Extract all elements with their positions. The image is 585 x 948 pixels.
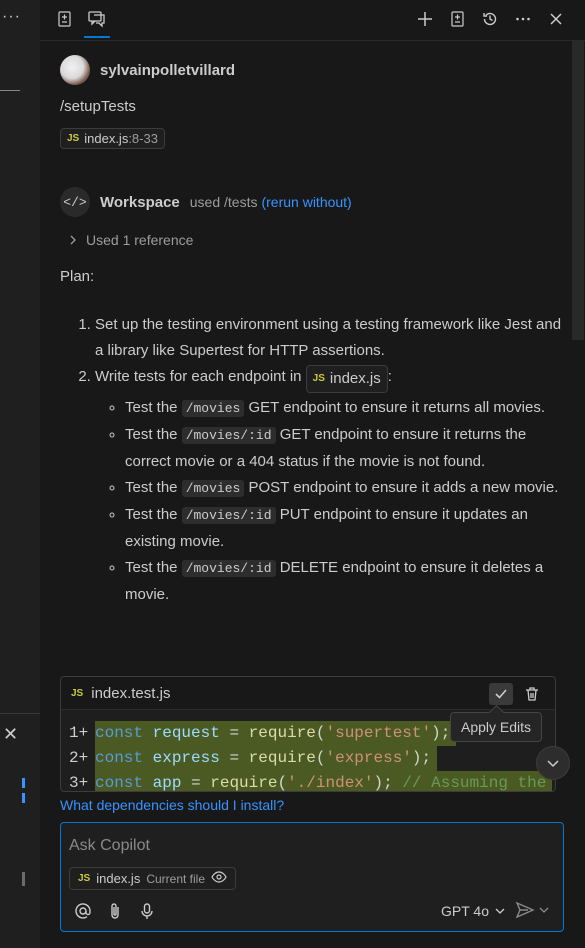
model-picker[interactable]: GPT 4o (441, 903, 505, 919)
close-icon[interactable] (545, 8, 567, 30)
js-file-icon: JS (312, 373, 325, 384)
file-reference-chip[interactable]: JS index.js (305, 365, 388, 393)
inline-code: /movies/:id (181, 560, 276, 577)
mention-icon[interactable] (73, 901, 93, 921)
assistant-message-header: </> Workspace used /tests (rerun without… (60, 186, 352, 218)
workspace-icon: </> (60, 187, 90, 217)
more-icon[interactable] (512, 8, 534, 30)
discard-button[interactable] (521, 683, 543, 705)
username: sylvainpolletvillard (100, 61, 236, 79)
scroll-marker (22, 793, 25, 803)
chat-input-box: JS index.js Current file GPT 4o (60, 822, 564, 932)
new-chat-icon[interactable] (414, 8, 436, 30)
used-command: used /tests (189, 194, 258, 210)
inline-code: /movies (181, 400, 245, 417)
chevron-right-icon (68, 232, 78, 248)
send-button[interactable] (515, 901, 549, 919)
attach-icon[interactable] (105, 901, 125, 921)
panel-divider (0, 713, 40, 714)
list-item: Test the /movies POST endpoint to ensure… (125, 475, 570, 502)
chat-input[interactable] (69, 837, 549, 855)
references-toggle[interactable]: Used 1 reference (68, 232, 193, 248)
editor-edge-strip: ··· ✕ (0, 0, 41, 948)
microphone-icon[interactable] (137, 901, 157, 921)
export-icon[interactable] (447, 8, 469, 30)
chat-scrollbar[interactable] (572, 40, 584, 340)
copilot-chat-panel: sylvainpolletvillard /setupTests JS inde… (40, 0, 585, 948)
history-icon[interactable] (479, 8, 501, 30)
file-reference-chip[interactable]: JS index.js:8-33 (60, 128, 165, 149)
code-line: 2+ const express = require('express'); (61, 746, 555, 771)
js-file-icon: JS (78, 873, 91, 884)
plan-step-text: Set up the testing environment using a t… (95, 316, 562, 359)
check-icon (495, 689, 507, 699)
apply-edits-tooltip: Apply Edits (450, 712, 543, 742)
js-file-icon: JS (71, 687, 84, 699)
model-name: GPT 4o (441, 903, 489, 919)
user-command: /setupTests (60, 98, 136, 115)
plan-step: Write tests for each endpoint in JS index… (95, 364, 570, 608)
current-file-context-chip[interactable]: JS index.js Current file (69, 867, 236, 890)
scroll-marker (22, 872, 25, 886)
chevron-down-icon (547, 760, 559, 768)
active-tab-indicator (84, 36, 110, 38)
eye-icon[interactable] (211, 871, 227, 886)
list-item: Test the /movies/:id GET endpoint to ens… (125, 422, 570, 475)
scroll-down-button[interactable] (536, 746, 570, 780)
inline-code: /movies (181, 480, 245, 497)
context-file-name: index.js (96, 871, 141, 886)
code-block-filename: index.test.js (91, 684, 171, 702)
code-block-header: JS index.test.js (61, 677, 555, 710)
plan-step: Set up the testing environment using a t… (95, 312, 570, 364)
plan-heading: Plan: (60, 268, 95, 285)
list-item: Test the /movies/:id DELETE endpoint to … (125, 555, 570, 608)
user-message-header: sylvainpolletvillard (60, 54, 235, 86)
rerun-without-link[interactable]: (rerun without) (261, 194, 351, 210)
more-actions-icon[interactable]: ··· (2, 8, 21, 26)
editor-tab-underline (0, 90, 20, 91)
file-name: index.js (84, 131, 129, 146)
code-line: 3+ const app = require('./index'); // Ass… (61, 771, 555, 791)
suggested-followup-link[interactable]: What dependencies should I install? (60, 797, 284, 813)
chat-titlebar (40, 0, 585, 41)
scroll-marker (22, 778, 25, 788)
context-file-sub: Current file (146, 871, 205, 886)
chevron-down-icon (495, 908, 505, 914)
chevron-down-icon (539, 907, 549, 913)
send-icon (515, 901, 535, 919)
plan-list: Set up the testing environment using a t… (60, 312, 570, 608)
inline-code: /movies/:id (181, 427, 276, 444)
apply-edits-button[interactable] (489, 683, 513, 705)
file-name: index.js (329, 370, 381, 387)
list-item: Test the /movies/:id PUT endpoint to ens… (125, 502, 570, 555)
plan-step-text: : (387, 368, 392, 385)
trash-icon (526, 687, 538, 701)
references-label: Used 1 reference (86, 232, 194, 248)
avatar (60, 55, 90, 85)
agent-name: Workspace (100, 193, 180, 211)
plan-step-text: Write tests for each endpoint in (95, 368, 302, 385)
js-file-icon: JS (67, 133, 80, 144)
line-range: :8-33 (128, 131, 158, 146)
chat-icon[interactable] (86, 8, 108, 30)
list-item: Test the /movies GET endpoint to ensure … (125, 395, 570, 422)
close-panel-icon[interactable]: ✕ (3, 724, 18, 745)
inline-code: /movies/:id (181, 507, 276, 524)
chat-edits-icon[interactable] (54, 8, 76, 30)
